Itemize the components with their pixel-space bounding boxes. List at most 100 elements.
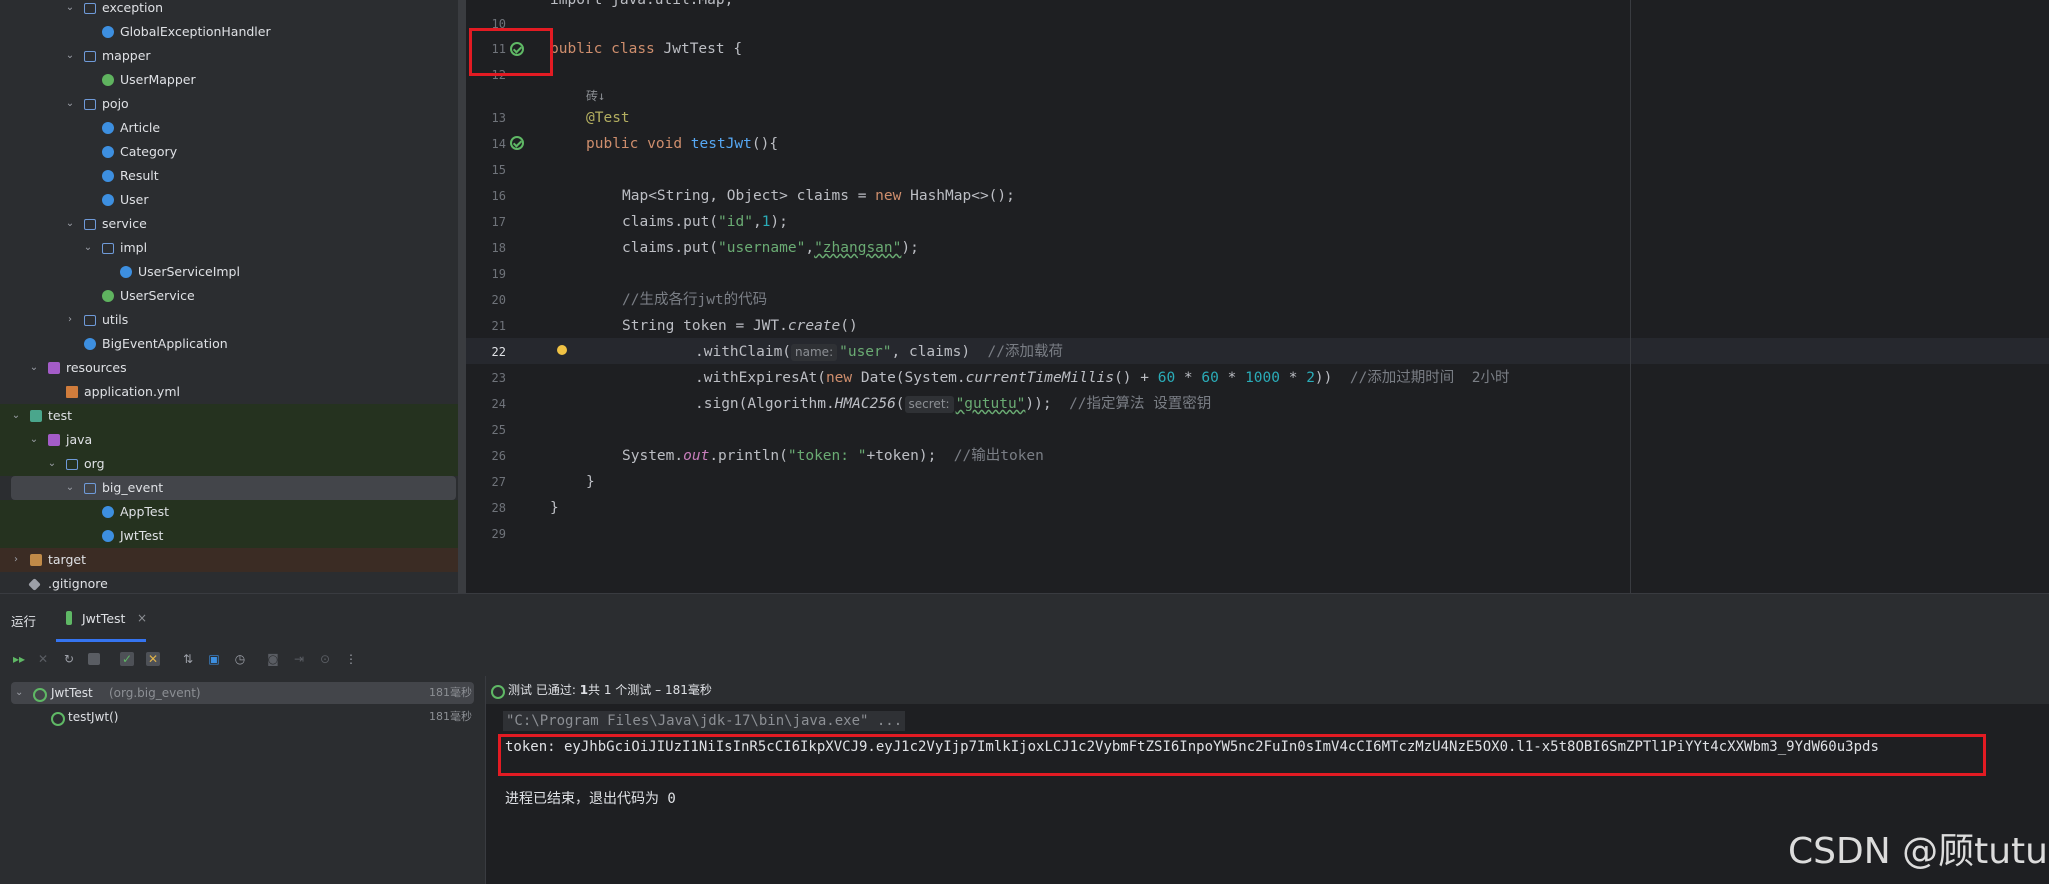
tree-item-userserviceimpl[interactable]: UserServiceImpl: [0, 260, 458, 284]
sort-icon[interactable]: ⇅: [181, 652, 195, 666]
class-icon: [120, 266, 132, 278]
tree-item-label: .gitignore: [48, 576, 108, 591]
test-row-class[interactable]: ⌄ JwtTest (org.big_event) 181毫秒: [11, 682, 474, 704]
chevron-down-icon[interactable]: ⌄: [10, 404, 22, 428]
exit-icon[interactable]: ⇥: [292, 652, 306, 666]
show-passed-icon[interactable]: ✓: [120, 652, 134, 666]
tree-item-label: service: [102, 216, 147, 231]
tree-item-utils[interactable]: › utils: [0, 308, 458, 332]
tree-item-label: java: [66, 432, 93, 447]
highlight-box-token: [498, 734, 1986, 776]
author-hint[interactable]: 砖↓: [586, 85, 605, 107]
run-panel-title: 运行: [11, 614, 37, 629]
run-toolbar: ▸▸ ✕ ↻ ✓ ✕ ⇅ ▣ ◷ ◙ ⇥ ⊙ ⋮: [0, 642, 2049, 677]
package-folder-icon: [84, 3, 96, 14]
tree-item-label: GlobalExceptionHandler: [120, 24, 271, 39]
chevron-down-icon[interactable]: ⌄: [64, 92, 76, 116]
tree-item-test[interactable]: ⌄ test: [0, 404, 458, 428]
import-tests-icon[interactable]: ▣: [207, 652, 221, 666]
line-number: 16: [491, 189, 506, 203]
tree-item-impl[interactable]: ⌄ impl: [0, 236, 458, 260]
test-class-name: JwtTest: [51, 686, 93, 700]
camera-icon[interactable]: ◙: [266, 652, 280, 666]
settings-icon[interactable]: ⊙: [318, 652, 332, 666]
intention-bulb-icon[interactable]: [557, 345, 567, 355]
code-line-14: public void testJwt(){: [586, 136, 779, 152]
line-number: 19: [491, 267, 506, 281]
class-icon: [84, 338, 96, 350]
tree-item-user[interactable]: User: [0, 188, 458, 212]
console-command-line[interactable]: "C:\Program Files\Java\jdk-17\bin\java.e…: [503, 711, 906, 731]
tree-item-mapper[interactable]: ⌄ mapper: [0, 44, 458, 68]
history-icon[interactable]: ◷: [233, 652, 247, 666]
tree-item-label: big_event: [102, 480, 164, 495]
tree-item-application-yml[interactable]: application.yml: [0, 380, 458, 404]
tab-jwttest[interactable]: JwtTest: [82, 611, 125, 626]
tree-item-org[interactable]: ⌄ org: [0, 452, 458, 476]
rerun-icon[interactable]: ▸▸: [12, 652, 26, 666]
chevron-down-icon[interactable]: ⌄: [28, 356, 40, 380]
line-number: 18: [491, 241, 506, 255]
project-tool-window: ⌄ exception GlobalExceptionHandler ⌄ mapper U…: [0, 0, 458, 593]
chevron-down-icon[interactable]: ⌄: [15, 682, 23, 704]
chevron-down-icon[interactable]: ⌄: [64, 44, 76, 68]
chevron-down-icon[interactable]: ⌄: [82, 236, 94, 260]
tree-item-service[interactable]: ⌄ service: [0, 212, 458, 236]
code-line-import: import java.util.Map;: [550, 0, 734, 8]
tree-item-resources[interactable]: ⌄ resources: [0, 356, 458, 380]
test-source-folder-icon: [48, 434, 60, 446]
project-scrollbar[interactable]: [458, 0, 466, 593]
test-folder-icon: [30, 410, 42, 422]
rerun-failed-icon[interactable]: ✕: [36, 652, 50, 666]
tree-item-label: org: [84, 456, 105, 471]
tree-item-label: test: [48, 408, 73, 423]
chevron-down-icon[interactable]: ⌄: [28, 428, 40, 452]
test-class-icon: [102, 506, 114, 518]
tree-item--gitignore[interactable]: .gitignore: [0, 572, 458, 593]
test-row-method[interactable]: testJwt() 181毫秒: [11, 706, 474, 728]
chevron-down-icon[interactable]: ⌄: [64, 212, 76, 236]
tree-item-usermapper[interactable]: UserMapper: [0, 68, 458, 92]
code-line-16: Map<String, Object> claims = new HashMap…: [622, 188, 1015, 204]
line-number: 23: [491, 371, 506, 385]
code-line-28: }: [550, 500, 559, 516]
code-editor[interactable]: 10 11 12 13 14 15 16 17 18 19 20 21 22 23 24 25 26 27 28 29…: [466, 0, 2049, 593]
test-results-tree: ⌄ JwtTest (org.big_event) 181毫秒 testJwt(…: [0, 676, 486, 884]
package-folder-icon: [84, 315, 96, 326]
test-method-duration: 181毫秒: [429, 710, 472, 723]
line-number: 29: [491, 527, 506, 541]
tree-item-jwttest[interactable]: JwtTest: [0, 524, 458, 548]
tree-item-userservice[interactable]: UserService: [0, 284, 458, 308]
chevron-right-icon[interactable]: ›: [64, 308, 76, 332]
tree-item-pojo[interactable]: ⌄ pojo: [0, 92, 458, 116]
more-options-icon[interactable]: ⋮: [344, 652, 358, 666]
chevron-down-icon[interactable]: ⌄: [46, 452, 58, 476]
close-tab-icon[interactable]: ×: [137, 611, 147, 625]
tree-item-target[interactable]: › target: [0, 548, 458, 572]
tree-item-big-event[interactable]: ⌄ big_event: [11, 476, 456, 500]
interface-icon: [102, 74, 114, 86]
tree-item-globalexceptionhandler[interactable]: GlobalExceptionHandler: [0, 20, 458, 44]
tree-item-bigeventapplication[interactable]: BigEventApplication: [0, 332, 458, 356]
tree-item-label: Article: [120, 120, 161, 135]
toggle-auto-test-icon[interactable]: ↻: [62, 652, 76, 666]
tree-item-java[interactable]: ⌄ java: [0, 428, 458, 452]
stop-icon[interactable]: [88, 653, 100, 665]
chevron-right-icon[interactable]: ›: [10, 548, 22, 572]
line-number: 14: [491, 137, 506, 151]
run-test-method-icon[interactable]: [510, 136, 524, 150]
line-number: 21: [491, 319, 506, 333]
chevron-down-icon[interactable]: ⌄: [64, 0, 76, 20]
line-number: 28: [491, 501, 506, 515]
test-class-duration: 181毫秒: [429, 686, 472, 699]
tree-item-article[interactable]: Article: [0, 116, 458, 140]
tree-item-result[interactable]: Result: [0, 164, 458, 188]
show-ignored-icon[interactable]: ✕: [146, 652, 160, 666]
tree-item-label: resources: [66, 360, 127, 375]
chevron-down-icon[interactable]: ⌄: [64, 476, 76, 500]
package-folder-icon: [84, 51, 96, 62]
code-line-18: claims.put("username","zhangsan");: [622, 240, 919, 256]
tree-item-apptest[interactable]: AppTest: [0, 500, 458, 524]
tree-item-exception[interactable]: ⌄ exception: [0, 0, 458, 20]
tree-item-category[interactable]: Category: [0, 140, 458, 164]
